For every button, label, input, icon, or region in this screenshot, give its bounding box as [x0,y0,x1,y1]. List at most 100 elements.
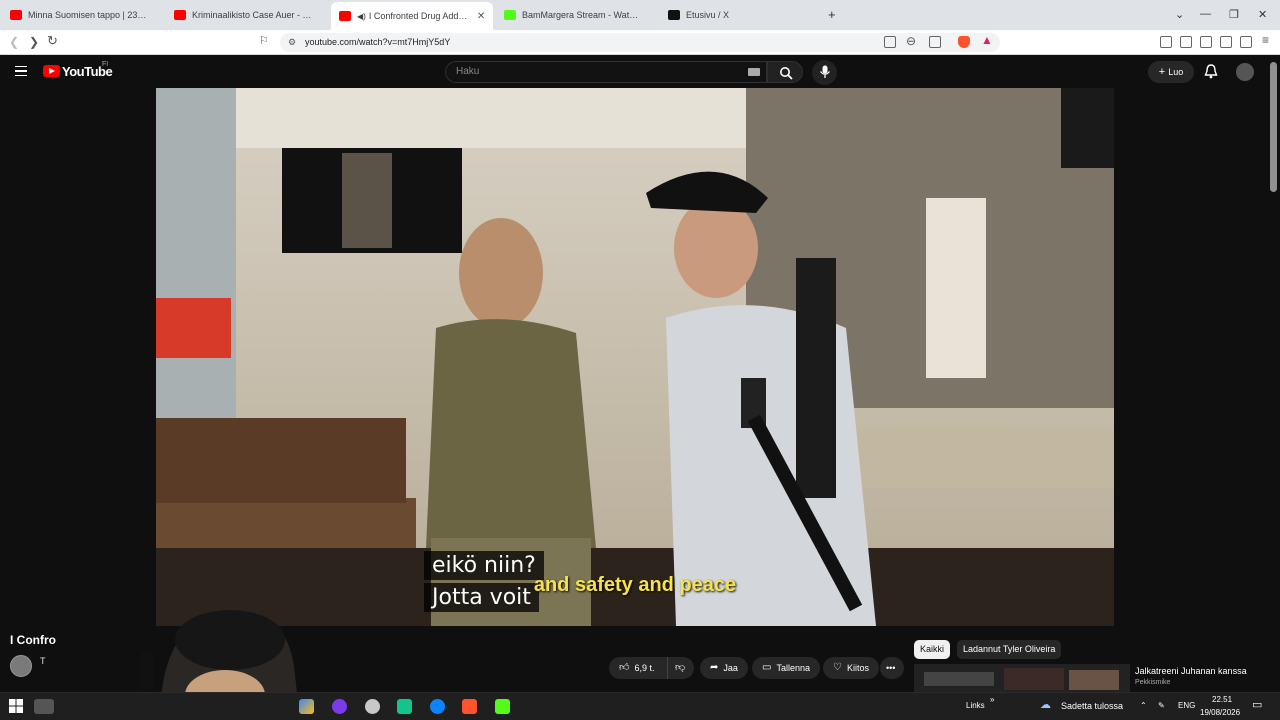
youtube-favicon-icon [339,11,351,21]
new-tab-button[interactable]: + [828,7,836,22]
media-icon[interactable] [1160,36,1172,48]
thumbs-down-icon: 👎︎ [675,662,686,673]
video-title: I Confro [10,633,56,647]
thumbs-up-icon: 👍︎ [619,662,630,673]
clock-time[interactable]: 22.51 [1212,695,1232,704]
pen-icon[interactable]: ✎ [1158,701,1165,710]
restore-icon[interactable]: ❐ [1229,8,1239,21]
youtube-favicon-icon [10,10,22,20]
voice-search-button[interactable] [812,60,837,85]
save-icon: ▭ [762,662,772,673]
thanks-icon: ♡ [833,662,842,673]
thanks-label: Kiitos [846,663,869,673]
share-label: Jaa [723,663,738,673]
chip-all[interactable]: Kaikki [914,640,951,659]
search-icon [780,67,793,80]
zoom-icon[interactable]: ⊖ [906,34,916,48]
reload-icon[interactable]: ↻ [47,33,58,49]
brave-rewards-icon[interactable]: ▲ [981,33,993,47]
browser-tab-1[interactable]: Minna Suomisen tappo | 23 x01b - H [2,4,162,26]
browser-tab-4[interactable]: BamMargera Stream - Watch Live on [496,4,656,26]
app-messenger-icon[interactable] [332,699,347,714]
notification-center-icon[interactable]: ▭ [1252,698,1262,711]
audio-playing-icon[interactable]: ◀) [357,12,366,21]
clock-date[interactable]: 19/08/2026 [1200,708,1240,717]
kick-app-icon[interactable] [495,699,510,714]
url-text: youtube.com/watch?v=mt7HmjY5dY [305,37,451,47]
channel-avatar[interactable] [10,655,32,677]
search-placeholder: Haku [456,66,480,77]
back-icon[interactable]: ❮ [9,35,19,49]
app-code-icon[interactable] [397,699,412,714]
like-button[interactable]: 👍︎ 6,9 t. [609,657,667,679]
search-thumbnail-icon[interactable] [34,699,54,714]
channel-name[interactable]: T [40,656,46,666]
bookmark-icon[interactable]: ⚐ [259,34,269,47]
menu-icon[interactable]: ≡ [1262,33,1269,47]
search-button[interactable] [767,61,803,83]
translate-icon[interactable] [884,36,896,48]
thanks-button[interactable]: ♡ Kiitos [823,657,879,679]
tab-search-icon[interactable]: ⌄ [1175,8,1184,21]
app-photos-icon[interactable] [299,699,314,714]
site-info-icon[interactable]: ⚙ [288,33,296,52]
video-player[interactable]: eikö niin? Jotta voit [156,88,1114,626]
hamburger-menu-icon[interactable] [15,66,27,76]
windows-start-icon[interactable] [9,699,24,714]
address-bar-row: ❮ ❯ ↻ ⚐ ⚙ youtube.com/watch?v=mt7HmjY5dY… [0,30,1280,55]
browser-tab-active[interactable]: ◀) I Confronted Drug Addicts in ✕ [331,2,493,30]
minimize-icon[interactable]: — [1200,8,1211,20]
video-frame [156,88,1114,626]
browser-tab-2[interactable]: Kriminaalikisto Case Auer - YouTube [166,4,326,26]
x-favicon-icon [668,10,680,20]
browser-tab-strip: Minna Suomisen tappo | 23 x01b - H Krimi… [0,0,1280,30]
create-button[interactable]: + Luo [1148,61,1194,83]
more-actions-button[interactable]: ••• [880,657,904,679]
close-window-icon[interactable]: ✕ [1258,8,1267,21]
vpn-icon[interactable] [1240,36,1252,48]
notifications-bell-icon[interactable] [1204,64,1218,79]
close-tab-icon[interactable]: ✕ [477,11,485,22]
browser-tab-5[interactable]: Etusivu / X [660,4,820,26]
tab-title: Kriminaalikisto Case Auer - YouTube [192,10,312,20]
tab-title: Minna Suomisen tappo | 23 x01b - H [28,10,148,20]
expand-toolbar-icon[interactable]: » [990,695,994,704]
youtube-favicon-icon [174,10,186,20]
forward-icon[interactable]: ❯ [29,35,39,49]
kick-favicon-icon [504,10,516,20]
sidebar-icon[interactable] [1180,36,1192,48]
recommendation-thumbnail[interactable] [914,664,1130,692]
language-indicator[interactable]: ENG [1178,701,1195,710]
brave-shields-icon[interactable] [958,36,970,48]
install-app-icon[interactable] [929,36,941,48]
like-count: 6,9 t. [634,663,655,673]
more-icon: ••• [886,663,896,673]
weather-icon[interactable]: ☁ [1040,698,1051,711]
account-avatar[interactable] [1236,63,1254,81]
app-settings-icon[interactable] [365,699,380,714]
save-label: Tallenna [776,663,810,673]
weather-text[interactable]: Sadetta tulossa [1061,701,1123,711]
country-code: FI [102,61,109,68]
extensions-icon[interactable] [1220,36,1232,48]
thumbnail-image [914,664,1130,692]
wallet-icon[interactable] [1200,36,1212,48]
show-hidden-icons[interactable]: ⌃ [1140,701,1147,710]
dislike-button[interactable]: 👎︎ [667,657,694,679]
page-scrollbar[interactable] [1270,62,1277,192]
tab-title: Etusivu / X [686,10,730,20]
youtube-header: YouTube FI Haku + Luo [0,55,1280,88]
save-button[interactable]: ▭ Tallenna [752,657,820,679]
youtube-logo-icon[interactable] [43,65,60,77]
keyboard-icon[interactable] [748,68,760,76]
share-button[interactable]: ➦ Jaa [700,657,748,679]
recommendation-title[interactable]: Jalkatreeni Juhanan kanssa [1135,666,1247,676]
search-input[interactable]: Haku [445,61,767,83]
windows-logo-icon [9,699,23,713]
microphone-icon [819,65,831,78]
chip-uploaded-by[interactable]: Ladannut Tyler Oliveira [957,640,1062,659]
edge-browser-icon[interactable] [430,699,445,714]
recommendation-channel[interactable]: Pekkismike [1135,679,1170,686]
brave-browser-icon[interactable] [462,699,477,714]
links-toolbar[interactable]: Links [966,701,985,710]
